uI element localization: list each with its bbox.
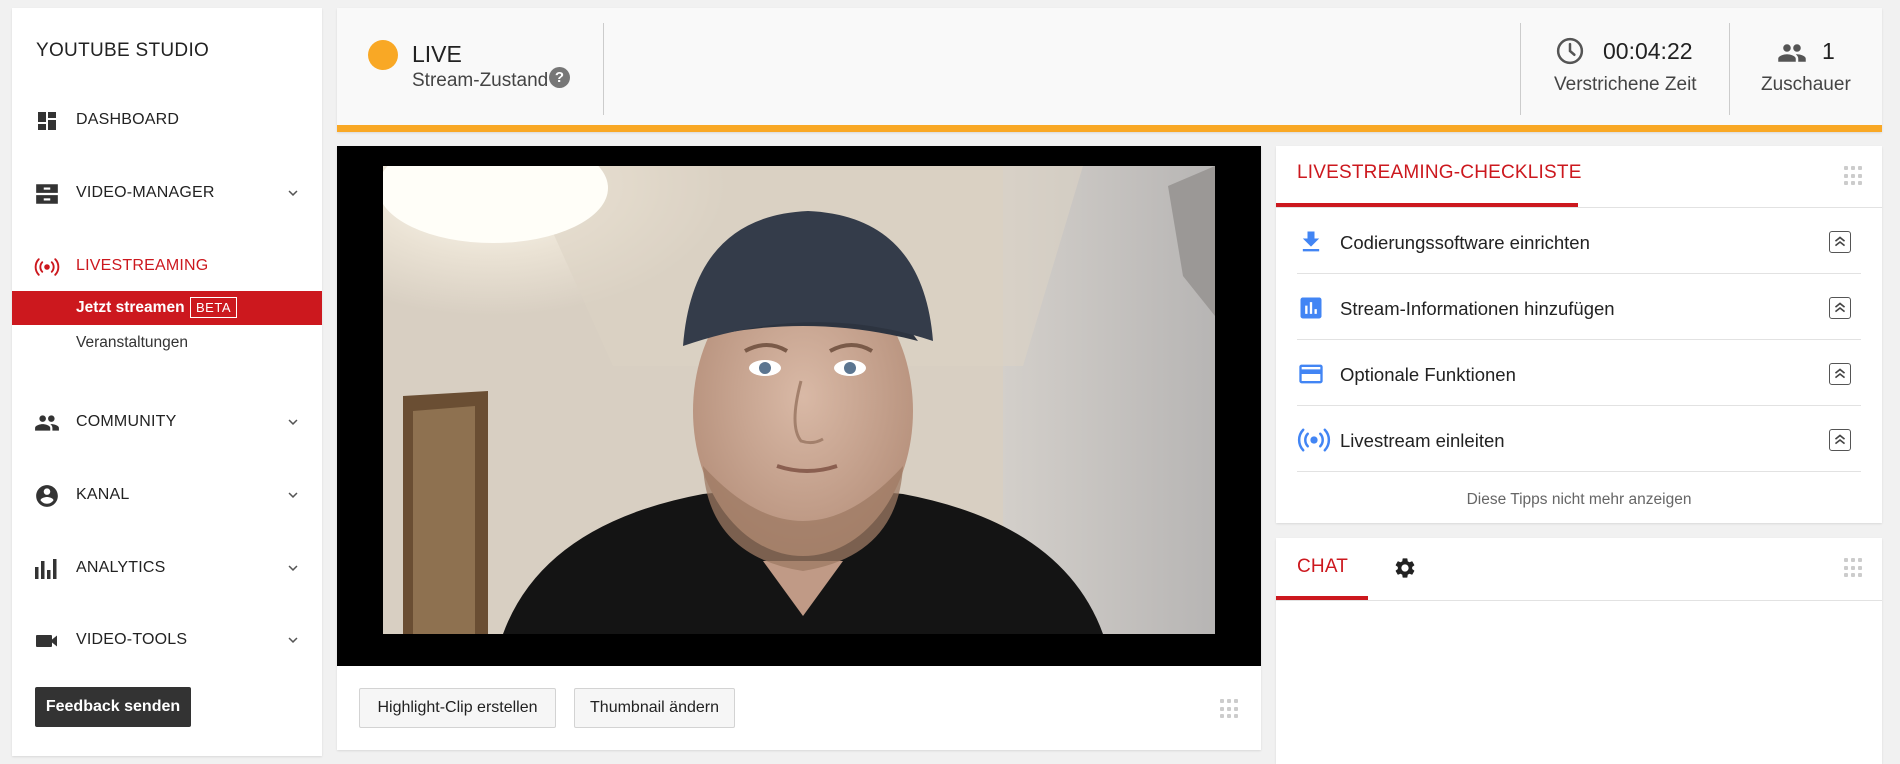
subnav-label: Veranstaltungen: [76, 334, 189, 351]
checklist-item[interactable]: Stream-Informationen hinzufügen: [1297, 274, 1861, 340]
chevron-down-icon[interactable]: [284, 486, 302, 504]
sidebar: YOUTUBE STUDIO DASHBOARD VIDEO-MANAGER L…: [12, 8, 322, 756]
divider: [603, 23, 604, 115]
nav-label: VIDEO-TOOLS: [76, 631, 188, 648]
chevron-down-icon[interactable]: [284, 559, 302, 577]
chevron-down-icon[interactable]: [284, 413, 302, 431]
collapse-icon[interactable]: [1829, 231, 1851, 253]
drag-handle-icon[interactable]: [1844, 166, 1864, 186]
livestream-checklist-panel: LIVESTREAMING-CHECKLISTE Codierungssoftw…: [1276, 146, 1882, 523]
checklist-item[interactable]: Livestream einleiten: [1297, 406, 1861, 472]
dashboard-icon: [34, 108, 60, 134]
subnav-veranstaltungen[interactable]: Veranstaltungen: [12, 326, 322, 360]
nav-label: VIDEO-MANAGER: [76, 184, 215, 201]
subnav-jetzt-streamen[interactable]: Jetzt streamen BETA: [12, 291, 322, 325]
subnav-label: Jetzt streamen: [76, 299, 185, 316]
checklist-item-label: Livestream einleiten: [1340, 430, 1505, 451]
nav-video-tools[interactable]: VIDEO-TOOLS: [12, 620, 322, 660]
beta-badge: BETA: [190, 297, 237, 318]
nav-analytics[interactable]: ANALYTICS: [12, 548, 322, 588]
nav-community[interactable]: COMMUNITY: [12, 402, 322, 442]
nav-label: DASHBOARD: [76, 111, 180, 128]
dismiss-tips-link[interactable]: Diese Tipps nicht mehr anzeigen: [1276, 491, 1882, 509]
collapse-icon[interactable]: [1829, 429, 1851, 451]
collapse-icon[interactable]: [1829, 363, 1851, 385]
checklist-item[interactable]: Codierungssoftware einrichten: [1297, 208, 1861, 274]
stream-health-bar: [337, 125, 1882, 132]
stream-state-label: Stream-Zustand: [412, 70, 549, 91]
nav-video-manager[interactable]: VIDEO-MANAGER: [12, 173, 322, 213]
checklist-item-label: Codierungssoftware einrichten: [1340, 232, 1590, 253]
checklist-item[interactable]: Optionale Funktionen: [1297, 340, 1861, 406]
webcam-preview-image: [383, 166, 1215, 634]
stats-icon: [1300, 297, 1322, 319]
checklist-item-label: Optionale Funktionen: [1340, 364, 1516, 385]
divider: [1276, 600, 1882, 601]
help-icon[interactable]: ?: [549, 67, 570, 88]
chevron-down-icon[interactable]: [284, 631, 302, 649]
gear-icon[interactable]: [1393, 556, 1417, 580]
change-thumbnail-button[interactable]: Thumbnail ändern: [574, 688, 735, 728]
nav-label: ANALYTICS: [76, 559, 166, 576]
checklist-item-label: Stream-Informationen hinzufügen: [1340, 298, 1615, 319]
tab-livestream-checklist[interactable]: LIVESTREAMING-CHECKLISTE: [1297, 162, 1582, 184]
download-icon: [1302, 231, 1320, 252]
viewers-label: Zuschauer: [1761, 74, 1851, 95]
video-manager-icon: [34, 181, 60, 207]
live-status-dot: [368, 40, 398, 70]
tab-chat[interactable]: CHAT: [1297, 556, 1348, 578]
drag-handle-icon[interactable]: [1844, 558, 1864, 578]
elapsed-time-label: Verstrichene Zeit: [1554, 74, 1697, 95]
people-icon: [34, 410, 60, 436]
broadcast-icon: [1297, 428, 1331, 452]
livestream-icon: [34, 254, 60, 280]
chevron-down-icon[interactable]: [284, 184, 302, 202]
studio-brand[interactable]: YOUTUBE STUDIO: [36, 40, 209, 62]
clock-icon: [1556, 37, 1584, 65]
viewers-icon: [1778, 44, 1806, 62]
stream-status-bar: LIVE Stream-Zustand ? 00:04:22 Verstrich…: [337, 8, 1882, 132]
feedback-button[interactable]: Feedback senden: [35, 687, 191, 727]
account-circle-icon: [34, 483, 60, 509]
video-preview-panel: Highlight-Clip erstellen Thumbnail änder…: [337, 146, 1261, 750]
create-highlight-clip-button[interactable]: Highlight-Clip erstellen: [359, 688, 556, 728]
credit-card-icon: [1299, 364, 1323, 384]
nav-label: LIVESTREAMING: [76, 257, 209, 274]
elapsed-time-value: 00:04:22: [1603, 38, 1693, 64]
nav-kanal[interactable]: KANAL: [12, 475, 322, 515]
nav-label: COMMUNITY: [76, 413, 177, 430]
divider: [1520, 23, 1521, 115]
drag-handle-icon[interactable]: [1220, 699, 1240, 719]
live-label: LIVE: [412, 41, 462, 67]
bar-chart-icon: [34, 556, 60, 582]
nav-label: KANAL: [76, 486, 130, 503]
videocam-icon: [34, 628, 60, 654]
chat-panel: CHAT: [1276, 538, 1882, 764]
collapse-icon[interactable]: [1829, 297, 1851, 319]
divider: [1729, 23, 1730, 115]
nav-livestreaming[interactable]: LIVESTREAMING: [12, 246, 322, 286]
viewers-value: 1: [1822, 38, 1835, 64]
video-player[interactable]: [337, 146, 1261, 666]
nav-dashboard[interactable]: DASHBOARD: [12, 100, 322, 140]
